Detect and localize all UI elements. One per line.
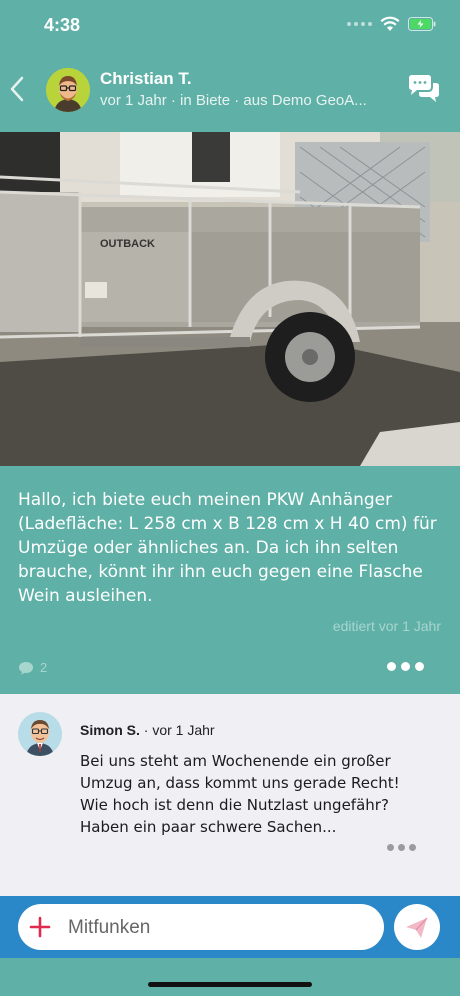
comment-text: Bei uns steht am Wochenende ein großer U… <box>80 752 400 836</box>
status-icons <box>347 16 436 32</box>
status-time: 4:38 <box>44 15 81 35</box>
post-meta: vor 1 Jahr · in Biete · aus Demo GeoA... <box>100 92 380 109</box>
post-header: Christian T. vor 1 Jahr · in Biete · aus… <box>0 50 460 132</box>
comment-time: · vor 1 Jahr <box>139 722 215 738</box>
signal-icon <box>347 22 372 26</box>
edited-label: editiert vor 1 Jahr <box>332 618 441 634</box>
commenter-avatar-illustration <box>18 712 62 756</box>
trailer-photo-illustration: OUTBACK <box>0 132 460 466</box>
post-text: Hallo, ich biete euch meinen PKW Anhänge… <box>18 490 437 606</box>
comment-count-value: 2 <box>40 660 48 675</box>
author-name[interactable]: Christian T. <box>100 69 192 89</box>
wifi-icon <box>380 16 400 31</box>
comment-more-options-icon[interactable] <box>387 844 416 851</box>
comment-list: Simon S. · vor 1 Jahr Bei uns steht am W… <box>0 694 460 896</box>
author-avatar-illustration <box>46 68 90 112</box>
compose-input[interactable]: Mitfunken <box>18 904 384 950</box>
plus-icon[interactable] <box>28 915 52 939</box>
author-avatar[interactable] <box>46 68 90 112</box>
comment-meta: Simon S. · vor 1 Jahr <box>80 722 215 738</box>
home-indicator[interactable] <box>148 982 312 987</box>
trailer-brand-text: OUTBACK <box>100 238 155 250</box>
comment-count[interactable]: 2 <box>18 660 47 675</box>
home-indicator-area <box>0 958 460 996</box>
paper-plane-icon <box>406 917 428 938</box>
back-chevron-icon[interactable] <box>6 72 28 106</box>
send-button[interactable] <box>394 904 440 950</box>
status-bar: 4:38 <box>0 0 460 50</box>
post-more-options-icon[interactable] <box>387 662 424 671</box>
post-body: Hallo, ich biete euch meinen PKW Anhänge… <box>0 466 460 694</box>
post-meta-text: vor 1 Jahr · in Biete · aus Demo GeoA... <box>100 92 367 109</box>
post-photo-trailer[interactable]: OUTBACK <box>0 132 460 466</box>
comment-author[interactable]: Simon S. <box>80 722 140 738</box>
chat-bubbles-icon[interactable] <box>406 74 440 106</box>
comment-bubble-icon <box>19 661 33 674</box>
battery-charging-icon <box>408 17 436 31</box>
compose-placeholder: Mitfunken <box>68 917 151 938</box>
comment-avatar[interactable] <box>18 712 62 756</box>
compose-bar: Mitfunken <box>0 896 460 958</box>
